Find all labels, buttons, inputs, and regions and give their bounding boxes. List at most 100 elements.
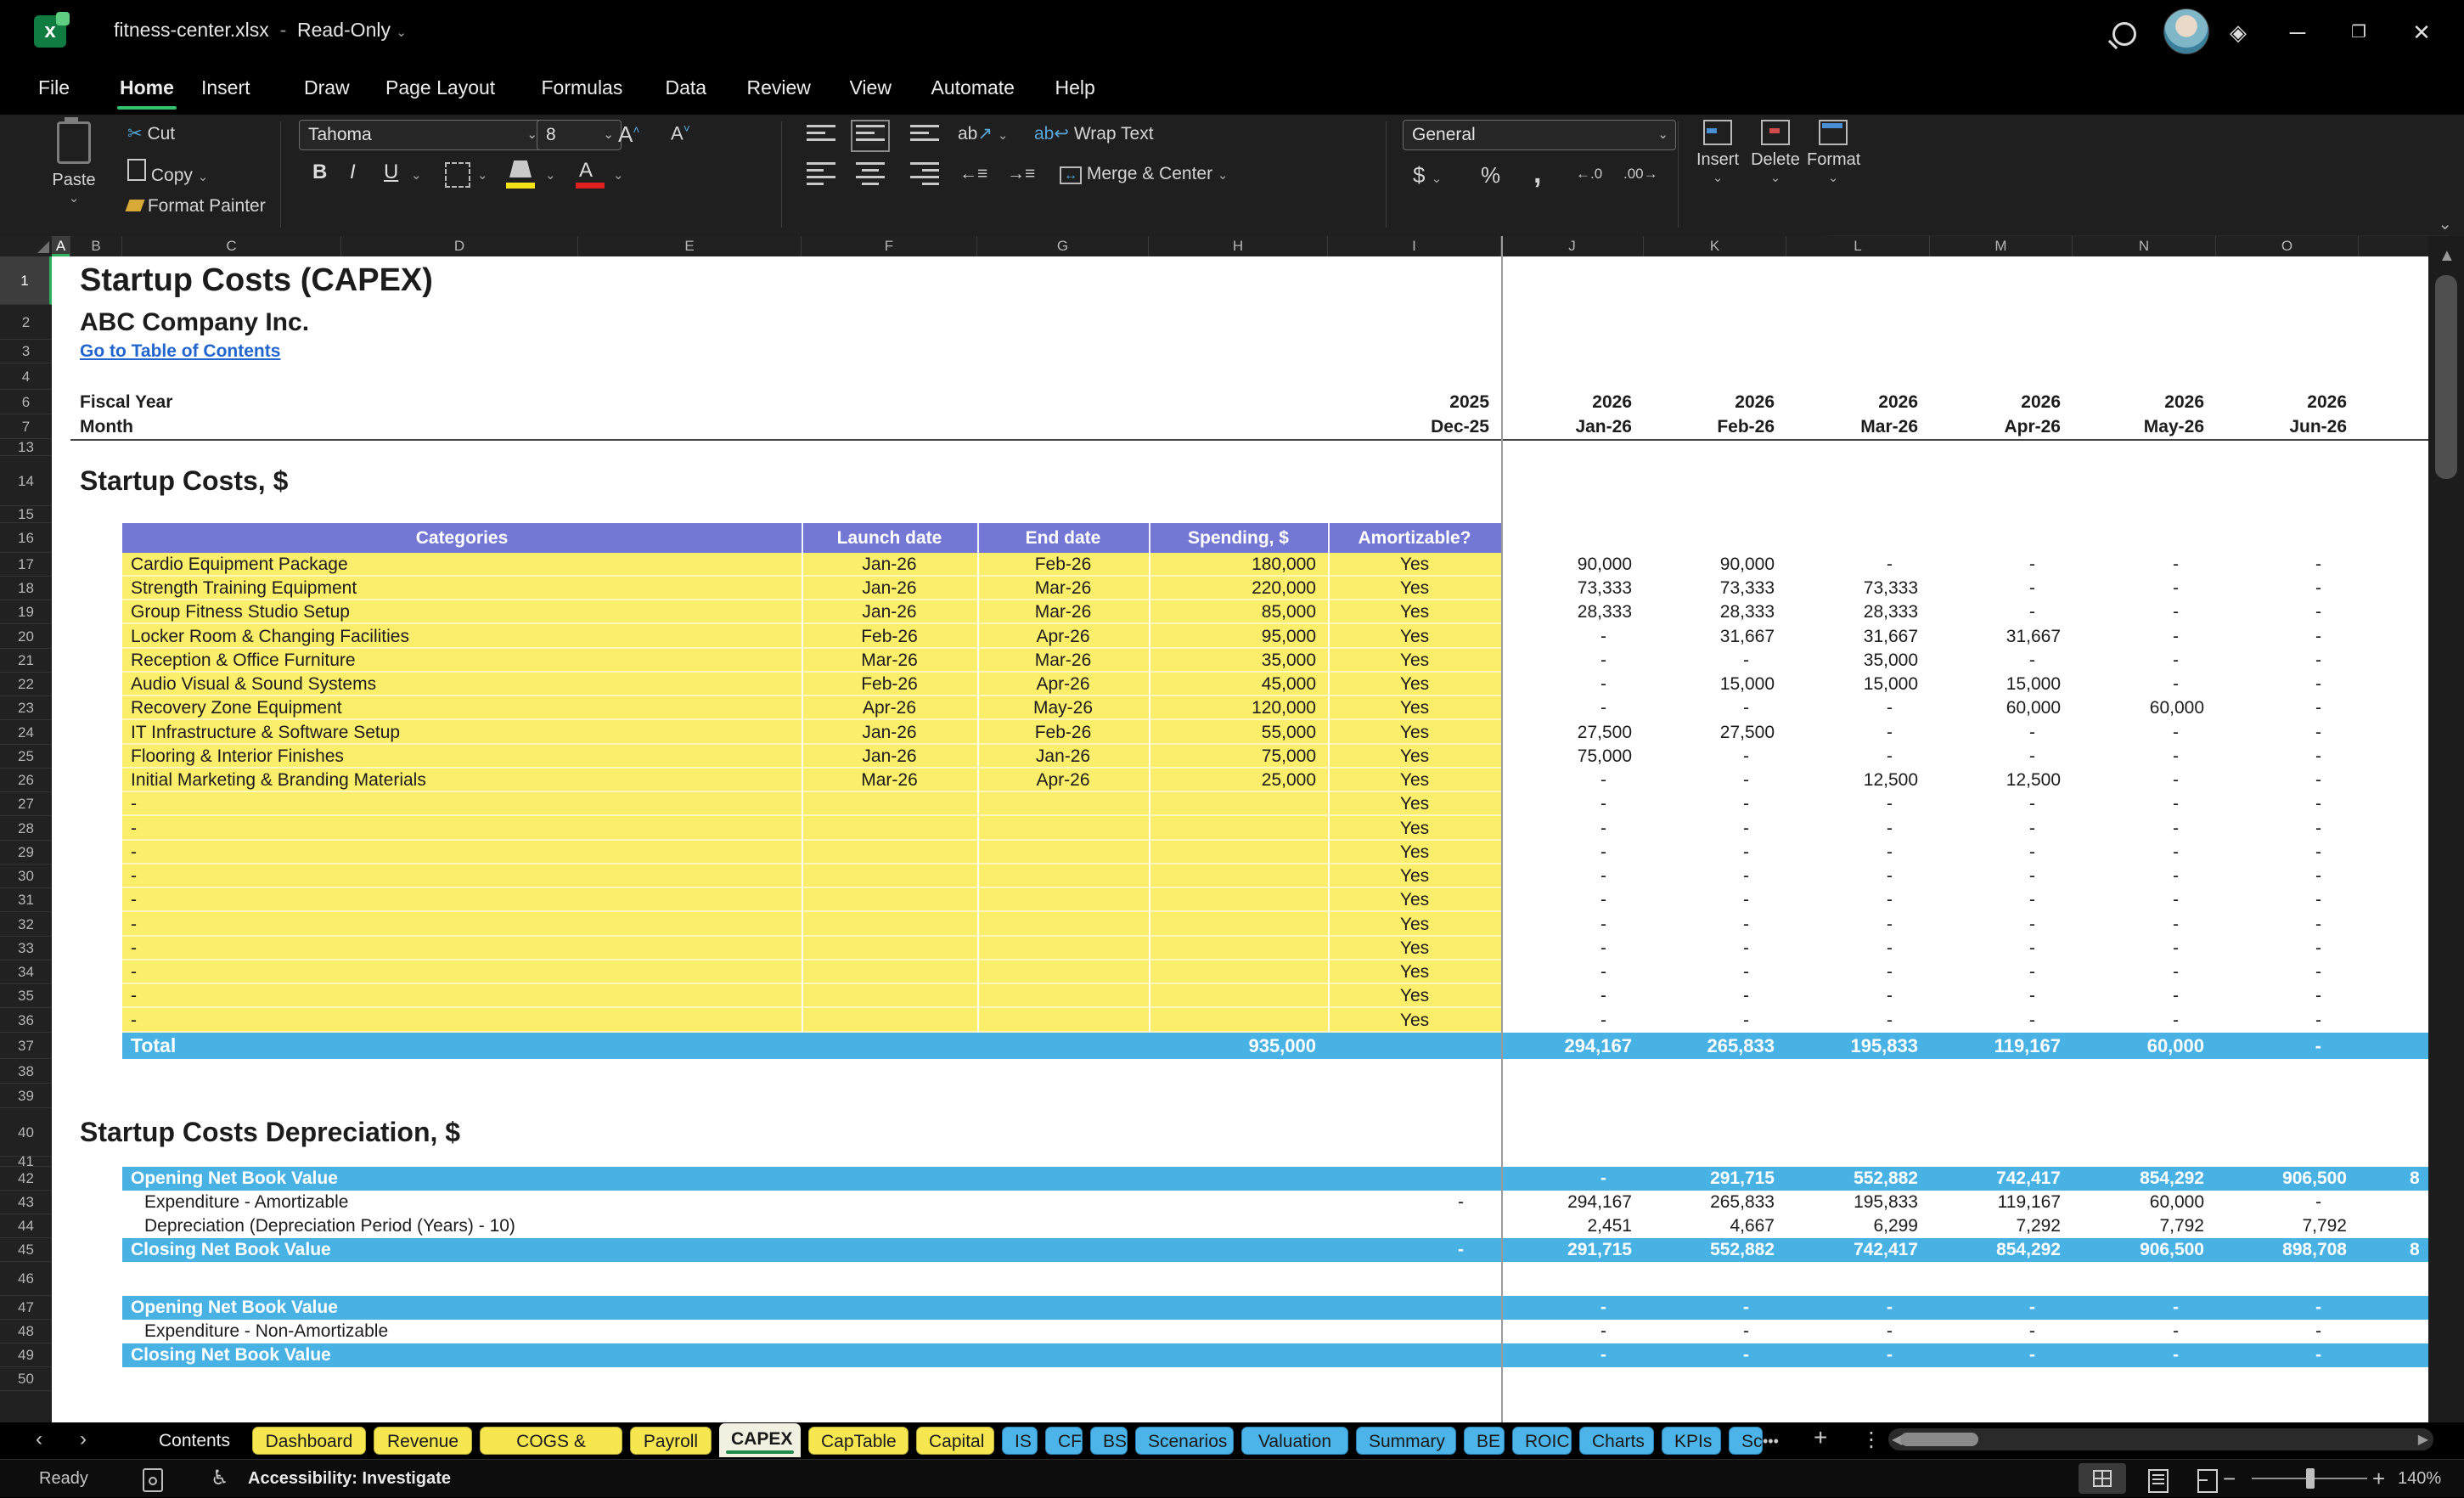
select-all-corner[interactable] xyxy=(37,241,49,253)
month-val-O29[interactable]: - xyxy=(2216,841,2359,864)
month-val-O18[interactable]: - xyxy=(2216,577,2359,600)
dep-45-i[interactable]: - xyxy=(1328,1238,1501,1262)
category-33[interactable]: - xyxy=(122,937,802,960)
end-24[interactable]: Feb-26 xyxy=(977,720,1149,745)
amortizable-29[interactable]: Yes xyxy=(1328,841,1501,864)
total-N[interactable]: 60,000 xyxy=(2073,1033,2216,1059)
amortizable-32[interactable]: Yes xyxy=(1328,912,1501,937)
month-val-K19[interactable]: 28,333 xyxy=(1644,600,1786,624)
nam-47-O[interactable]: - xyxy=(2216,1296,2359,1320)
column-header-M[interactable]: M xyxy=(1930,236,2073,256)
amortizable-18[interactable]: Yes xyxy=(1328,577,1501,600)
launch-24[interactable]: Jan-26 xyxy=(802,720,977,745)
category-17[interactable]: Cardio Equipment Package xyxy=(122,553,802,577)
month-val-K31[interactable]: - xyxy=(1644,888,1786,912)
month-val-L31[interactable]: - xyxy=(1786,888,1930,912)
ribbon-tab-file[interactable]: File xyxy=(20,63,87,115)
month-val-M28[interactable]: - xyxy=(1930,816,2073,841)
category-19[interactable]: Group Fitness Studio Setup xyxy=(122,600,802,624)
month-val-K23[interactable]: - xyxy=(1644,696,1786,720)
column-header-J[interactable]: J xyxy=(1501,236,1644,256)
nam-48-L[interactable]: - xyxy=(1786,1320,1930,1343)
month-val-O27[interactable]: - xyxy=(2216,792,2359,816)
restore-button[interactable]: ❐ xyxy=(2343,17,2374,48)
spending-25[interactable]: 75,000 xyxy=(1149,745,1328,769)
dep-45-O[interactable]: 898,708 xyxy=(2216,1238,2359,1262)
spending-18[interactable]: 220,000 xyxy=(1149,577,1328,600)
month-val-O20[interactable]: - xyxy=(2216,624,2359,649)
row-header-13[interactable]: 13 xyxy=(0,439,52,456)
dep-42-J[interactable]: - xyxy=(1501,1167,1644,1191)
month-val-O34[interactable]: - xyxy=(2216,960,2359,984)
month-val-K18[interactable]: 73,333 xyxy=(1644,577,1786,600)
fiscal-year-N[interactable]: 2026 xyxy=(2073,390,2216,414)
row-header-14[interactable]: 14 xyxy=(0,456,52,506)
row-header-47[interactable]: 47 xyxy=(0,1296,52,1320)
month-val-N23[interactable]: 60,000 xyxy=(2073,696,2216,720)
amortizable-17[interactable]: Yes xyxy=(1328,553,1501,577)
dep-43-L[interactable]: 195,833 xyxy=(1786,1191,1930,1214)
spending-22[interactable]: 45,000 xyxy=(1149,673,1328,696)
italic-button[interactable]: I xyxy=(350,160,356,184)
underline-button[interactable]: U xyxy=(384,160,398,184)
month-val-J23[interactable]: - xyxy=(1501,696,1644,720)
end-23[interactable]: May-26 xyxy=(977,696,1149,720)
amortizable-25[interactable]: Yes xyxy=(1328,745,1501,769)
nam-49-N[interactable]: - xyxy=(2073,1343,2216,1367)
month-val-K25[interactable]: - xyxy=(1644,745,1786,769)
month-val-L19[interactable]: 28,333 xyxy=(1786,600,1930,624)
category-27[interactable]: - xyxy=(122,792,802,816)
month-val-M17[interactable]: - xyxy=(1930,553,2073,577)
month-val-O24[interactable]: - xyxy=(2216,720,2359,745)
amortizable-22[interactable]: Yes xyxy=(1328,673,1501,696)
scroll-right-arrow[interactable]: ▶ xyxy=(2418,1431,2428,1450)
month-val-N30[interactable]: - xyxy=(2073,864,2216,888)
sheet-tab-is[interactable]: IS xyxy=(1002,1427,1038,1455)
month-val-M19[interactable]: - xyxy=(1930,600,2073,624)
nam-48-O[interactable]: - xyxy=(2216,1320,2359,1343)
month-label[interactable]: Month xyxy=(80,414,811,439)
dep-43-M[interactable]: 119,167 xyxy=(1930,1191,2073,1214)
month-val-M23[interactable]: 60,000 xyxy=(1930,696,2073,720)
month-val-N34[interactable]: - xyxy=(2073,960,2216,984)
dep-43-J[interactable]: 294,167 xyxy=(1501,1191,1644,1214)
month-val-J35[interactable]: - xyxy=(1501,984,1644,1008)
month-val-L32[interactable]: - xyxy=(1786,912,1930,937)
amortizable-33[interactable]: Yes xyxy=(1328,937,1501,960)
category-28[interactable]: - xyxy=(122,816,802,841)
align-middle-icon[interactable] xyxy=(851,120,890,152)
month-val-M22[interactable]: 15,000 xyxy=(1930,673,2073,696)
month-val-N36[interactable]: - xyxy=(2073,1008,2216,1033)
nam-48-label[interactable]: Expenditure - Non-Amortizable xyxy=(122,1320,1149,1343)
row-header-34[interactable]: 34 xyxy=(0,960,52,984)
month-val-O25[interactable]: - xyxy=(2216,745,2359,769)
category-30[interactable]: - xyxy=(122,864,802,888)
column-header-A[interactable]: A xyxy=(52,236,70,256)
month-val-J22[interactable]: - xyxy=(1501,673,1644,696)
sheet-tab-dashboard[interactable]: Dashboard xyxy=(252,1427,366,1455)
row-header-18[interactable]: 18 xyxy=(0,577,52,600)
month-val-M24[interactable]: - xyxy=(1930,720,2073,745)
launch-19[interactable]: Jan-26 xyxy=(802,600,977,624)
row-header-3[interactable]: 3 xyxy=(0,340,52,363)
minimize-button[interactable]: ─ xyxy=(2282,17,2313,48)
month-val-N24[interactable]: - xyxy=(2073,720,2216,745)
month-val-K17[interactable]: 90,000 xyxy=(1644,553,1786,577)
month-val-M31[interactable]: - xyxy=(1930,888,2073,912)
month-val-N26[interactable]: - xyxy=(2073,769,2216,792)
row-header-15[interactable]: 15 xyxy=(0,506,52,523)
row-header-23[interactable]: 23 xyxy=(0,696,52,720)
month-val-N31[interactable]: - xyxy=(2073,888,2216,912)
month-val-J32[interactable]: - xyxy=(1501,912,1644,937)
dep-45-p[interactable]: 8 xyxy=(2359,1238,2428,1262)
dep-42-N[interactable]: 854,292 xyxy=(2073,1167,2216,1191)
month-val-J33[interactable]: - xyxy=(1501,937,1644,960)
premium-gem-icon[interactable]: ◈ xyxy=(2223,17,2253,48)
row-header-39[interactable]: 39 xyxy=(0,1084,52,1108)
vertical-scrollbar[interactable]: ▲ xyxy=(2428,236,2464,1422)
amortizable-31[interactable]: Yes xyxy=(1328,888,1501,912)
month-val-L27[interactable]: - xyxy=(1786,792,1930,816)
row-header-19[interactable]: 19 xyxy=(0,600,52,624)
end-21[interactable]: Mar-26 xyxy=(977,649,1149,673)
merge-center-button[interactable]: ↔ Merge & Center ⌄ xyxy=(1060,164,1229,184)
